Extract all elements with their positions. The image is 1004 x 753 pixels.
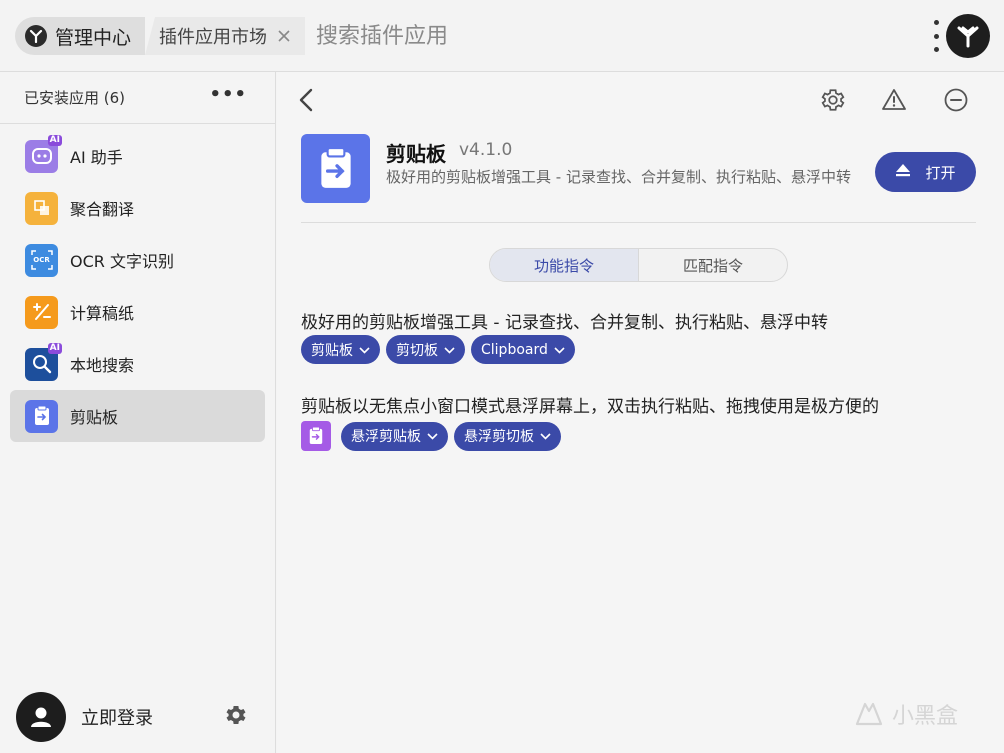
ai-badge: AI (47, 134, 62, 146)
sidebar-item-label: 剪贴板 (70, 408, 119, 427)
breadcrumb-market-label: 插件应用市场 (159, 27, 267, 48)
breadcrumb-market[interactable]: 插件应用市场 (145, 17, 305, 55)
chip-label: 剪切板 (396, 342, 438, 359)
sidebar-item-translate[interactable]: 聚合翻译 (10, 182, 265, 234)
warning-icon[interactable] (881, 87, 907, 113)
sidebar-item-label: 计算稿纸 (70, 304, 135, 323)
plugin-description: 极好用的剪贴板增强工具 - 记录查找、合并复制、执行粘贴、悬浮中转 (386, 168, 851, 186)
chip-label: Clipboard (481, 341, 548, 358)
app-logo-icon (25, 25, 47, 47)
more-horizontal-icon[interactable]: ••• (209, 86, 247, 104)
login-link[interactable]: 立即登录 (81, 704, 153, 730)
chevron-down-icon (554, 342, 565, 358)
sidebar-item-calculator[interactable]: 计算稿纸 (10, 286, 265, 338)
chip-label: 悬浮剪切板 (464, 429, 534, 445)
breadcrumb-home-label: 管理中心 (55, 26, 132, 49)
settings-gear-icon[interactable] (820, 87, 846, 113)
translate-icon (25, 191, 58, 225)
sidebar-item-label: OCR 文字识别 (70, 252, 174, 271)
command-chip[interactable]: 剪切板 (386, 335, 465, 364)
back-chevron-icon[interactable] (295, 86, 319, 114)
close-icon[interactable] (277, 24, 291, 48)
top-bar: 管理中心 插件应用市场 (0, 0, 1004, 72)
watermark: 小黑盒 (852, 698, 958, 730)
chevron-down-icon (359, 342, 370, 358)
watermark-logo-icon (855, 702, 883, 726)
remove-circle-icon[interactable] (943, 87, 969, 113)
ocr-icon-text: OCR (33, 256, 50, 264)
plugin-version: v4.1.0 (459, 140, 513, 160)
sidebar-item-ai-assistant[interactable]: AI AI 助手 (10, 130, 265, 182)
command-chip[interactable]: 悬浮剪切板 (454, 421, 561, 451)
sidebar-item-local-search[interactable]: AI 本地搜索 (10, 338, 265, 390)
breadcrumb-home[interactable]: 管理中心 (15, 17, 145, 55)
sidebar-header: 已安装应用 (6) ••• (0, 72, 275, 124)
sidebar-item-label: 聚合翻译 (70, 200, 135, 219)
open-button[interactable]: 打开 (875, 152, 976, 192)
installed-app-list: AI AI 助手 聚合翻译 OCR OCR 文字识别 计算稿纸 AI 本地搜索 … (0, 124, 275, 442)
command-chip[interactable]: 剪贴板 (301, 335, 380, 364)
open-button-label: 打开 (925, 163, 956, 182)
command-chip[interactable]: Clipboard (471, 335, 575, 364)
sidebar-title: 已安装应用 (6) (24, 89, 126, 107)
feature-description: 剪贴板以无焦点小窗口模式悬浮屏幕上，双击执行粘贴、拖拽使用是极方便的 (301, 397, 879, 417)
clipboard-icon (25, 399, 58, 433)
chevron-down-icon (540, 428, 551, 444)
avatar[interactable] (16, 692, 66, 742)
plugin-name: 剪贴板 (386, 142, 446, 166)
command-tabs: 功能指令 匹配指令 (489, 248, 788, 282)
chip-label: 悬浮剪贴板 (351, 429, 421, 445)
sidebar-footer: 立即登录 (0, 681, 276, 753)
sidebar: 已安装应用 (6) ••• AI AI 助手 聚合翻译 OCR OCR 文字识别 (0, 72, 276, 753)
plugin-clipboard-icon (301, 134, 370, 203)
more-vertical-icon[interactable] (930, 20, 942, 52)
ai-robot-icon: AI (25, 134, 62, 173)
chevron-down-icon (427, 428, 438, 444)
chevron-down-icon (444, 342, 455, 358)
search-icon: AI (25, 342, 62, 381)
tab-match-commands[interactable]: 匹配指令 (639, 249, 787, 281)
feature-chips: 剪贴板 剪切板 Clipboard (301, 335, 581, 364)
plugin-detail-panel: 剪贴板 v4.1.0 极好用的剪贴板增强工具 - 记录查找、合并复制、执行粘贴、… (277, 72, 1004, 753)
user-logo-icon[interactable] (946, 14, 990, 58)
ai-badge: AI (47, 342, 62, 354)
chip-label: 剪贴板 (311, 342, 353, 359)
sidebar-item-clipboard[interactable]: 剪贴板 (10, 390, 265, 442)
floating-clipboard-icon (301, 421, 331, 451)
feature-chips: 悬浮剪贴板 悬浮剪切板 (301, 421, 567, 451)
command-chip[interactable]: 悬浮剪贴板 (341, 421, 448, 451)
ocr-icon: OCR (25, 243, 58, 277)
sidebar-item-ocr[interactable]: OCR OCR 文字识别 (10, 234, 265, 286)
eject-icon (895, 163, 911, 181)
tab-feature-commands[interactable]: 功能指令 (490, 249, 639, 281)
divider (301, 222, 976, 223)
feature-description: 极好用的剪贴板增强工具 - 记录查找、合并复制、执行粘贴、悬浮中转 (301, 313, 828, 333)
watermark-text: 小黑盒 (892, 704, 959, 729)
search-input[interactable] (316, 17, 876, 55)
sidebar-item-label: AI 助手 (70, 148, 123, 167)
calculator-icon (25, 295, 58, 329)
gear-icon[interactable] (224, 703, 248, 731)
sidebar-item-label: 本地搜索 (70, 356, 135, 375)
